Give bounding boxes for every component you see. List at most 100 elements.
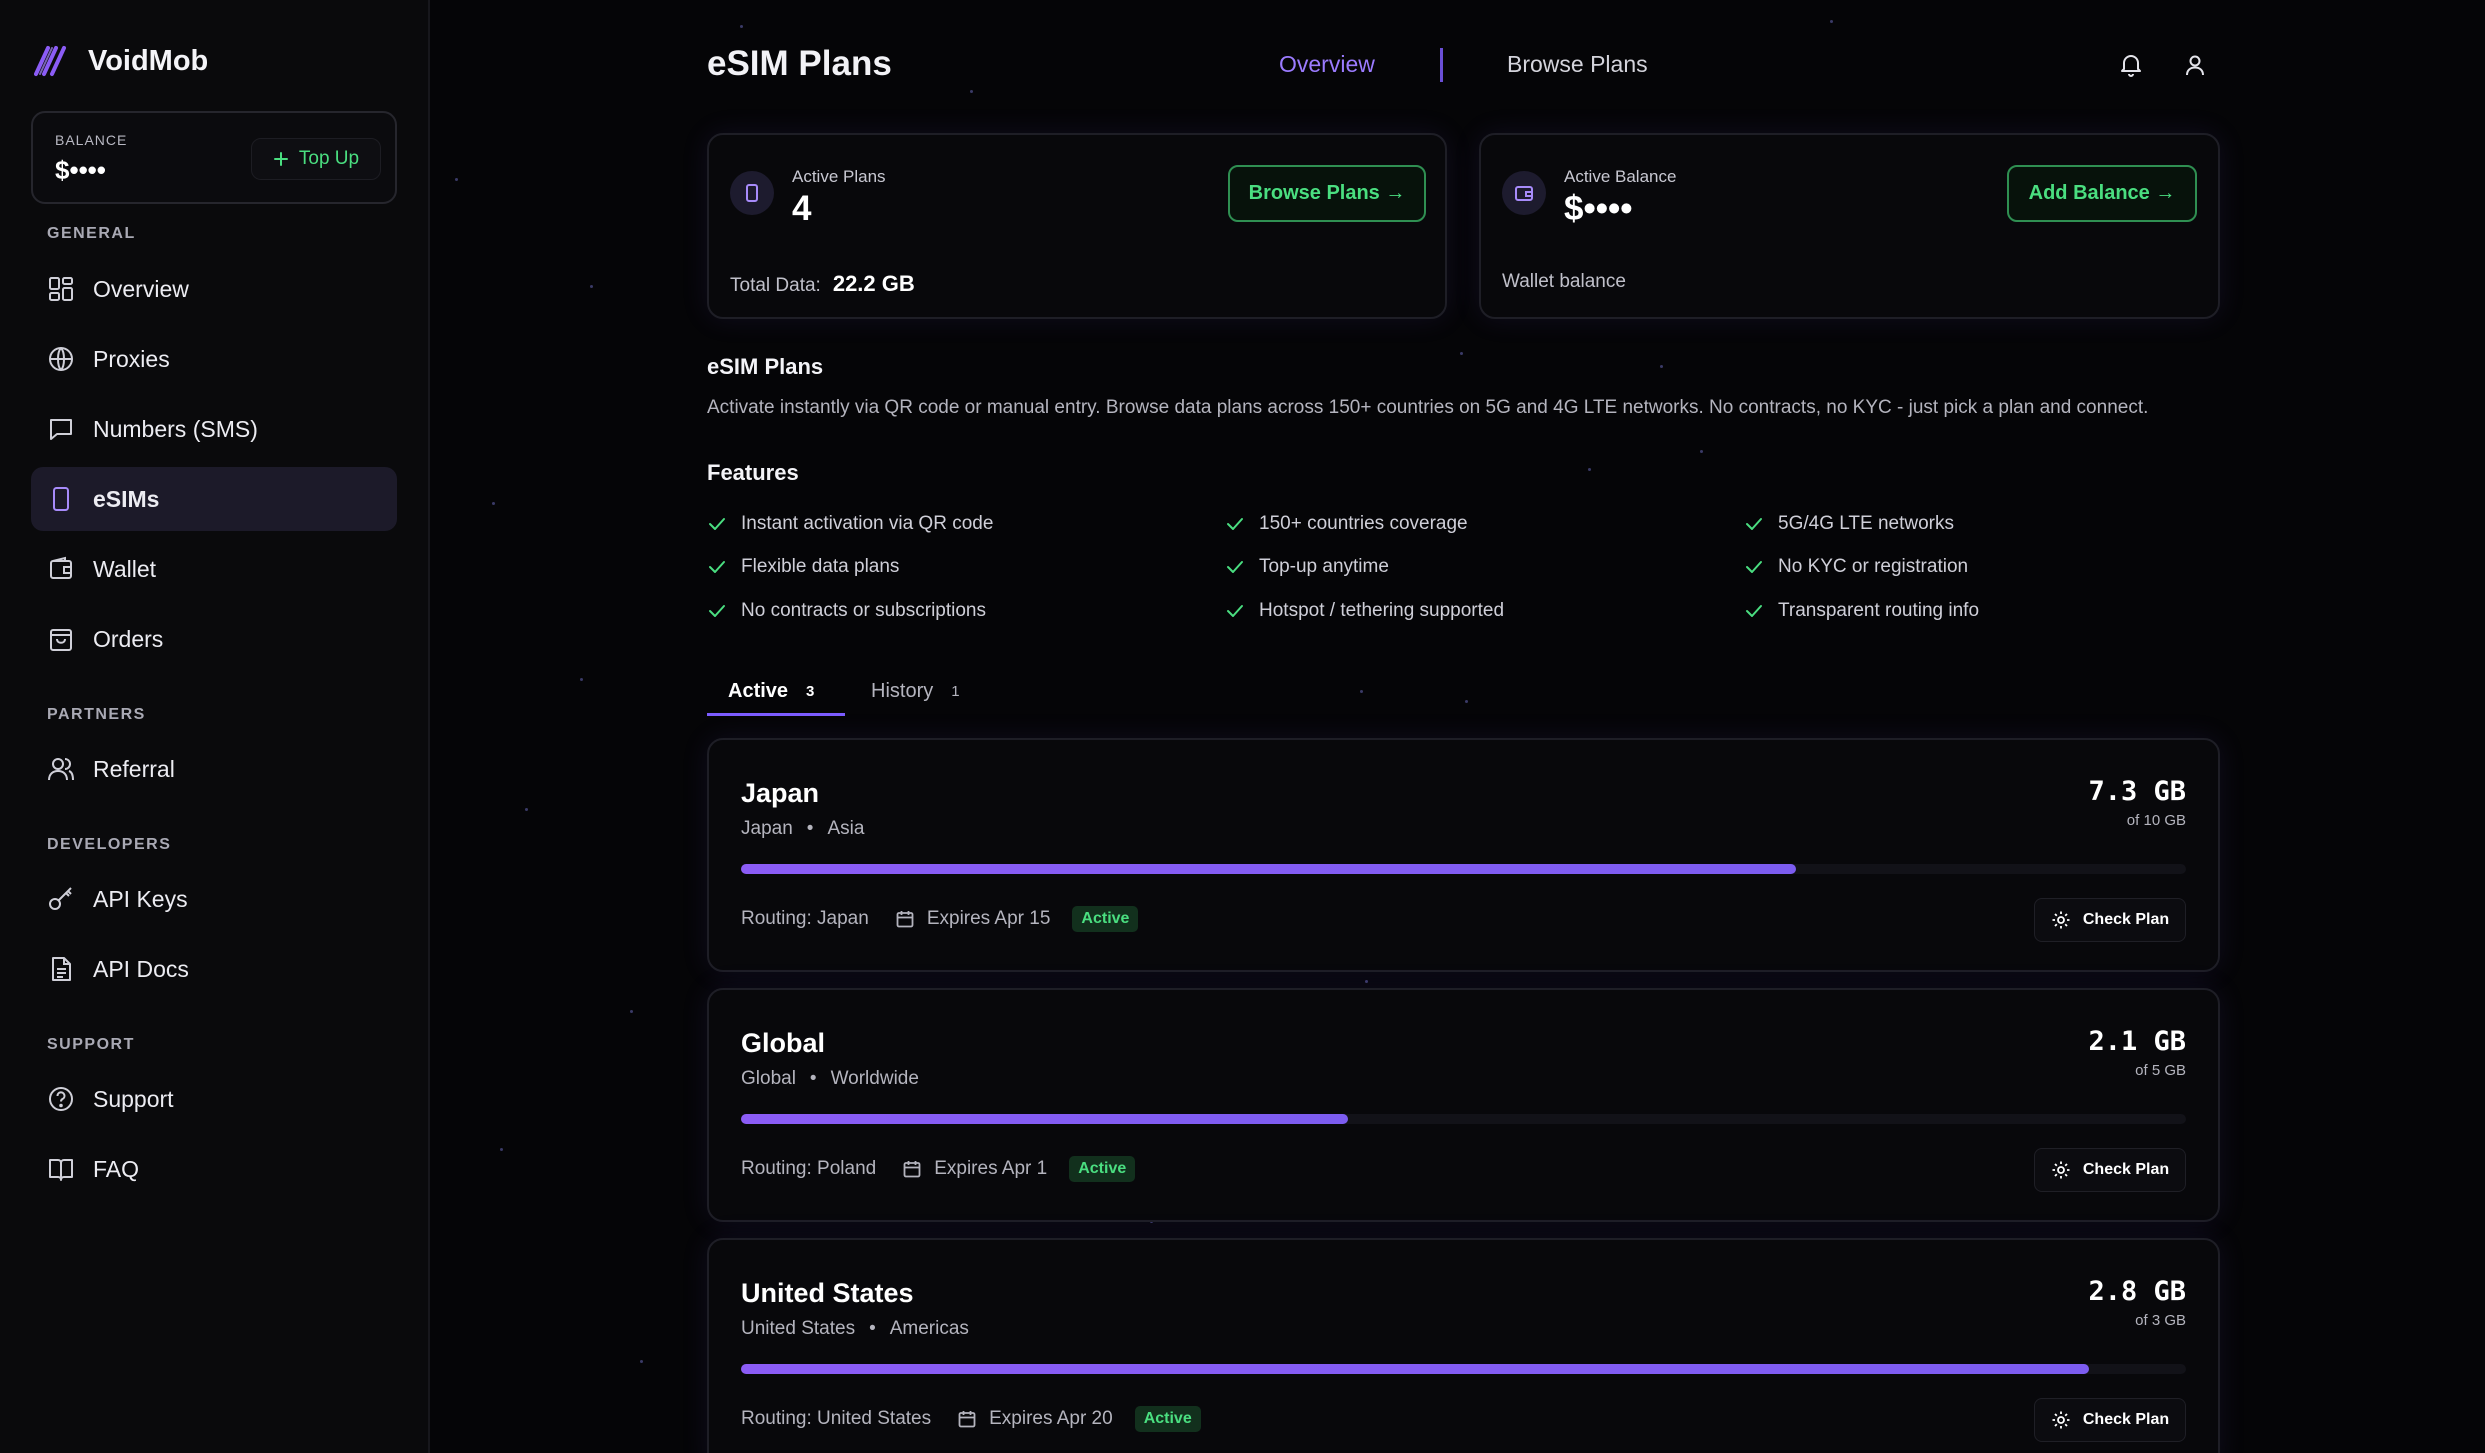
feature-label: Hotspot / tethering supported <box>1259 600 1505 621</box>
user-icon[interactable] <box>2182 52 2208 78</box>
plan-region: Asia <box>827 818 865 839</box>
active-plans-label: Active Plans <box>792 167 886 186</box>
sidebar-item-referral[interactable]: Referral <box>31 737 397 801</box>
wallet-icon <box>47 555 75 583</box>
sidebar-item-label: FAQ <box>93 1155 140 1182</box>
check-plan-label: Check Plan <box>2082 1161 2170 1178</box>
tab-active-plans[interactable]: Active 3 <box>728 680 814 703</box>
plan-location: United States • Americas <box>741 1318 969 1340</box>
bullet-separator: • <box>806 818 814 839</box>
balance-box: BALANCE $•••• Top Up <box>31 111 397 204</box>
plan-routing: Routing: Poland <box>741 1158 877 1179</box>
help-icon <box>47 1085 75 1113</box>
sidebar-item-label: API Keys <box>93 885 188 912</box>
sidebar-item-esims[interactable]: eSIMs <box>31 467 397 531</box>
sidebar-item-overview[interactable]: Overview <box>31 257 397 321</box>
plan-total: of 10 GB <box>2126 812 2186 829</box>
check-icon <box>709 605 725 617</box>
tab-count: 1 <box>951 683 960 700</box>
total-data-value: 22.2 GB <box>832 271 915 296</box>
check-icon <box>1746 605 1762 617</box>
tab-browse-plans[interactable]: Browse Plans <box>1507 51 1648 78</box>
sidebar-item-wallet[interactable]: Wallet <box>31 537 397 601</box>
brand-logo[interactable]: VoidMob <box>34 44 208 78</box>
plan-name: Global <box>741 1028 826 1058</box>
sidebar-item-api-docs[interactable]: API Docs <box>31 937 397 1001</box>
voidmob-logo-icon <box>34 46 66 76</box>
plan-total: of 5 GB <box>2135 1062 2186 1079</box>
main-content: eSIM Plans Overview Browse Plans Active … <box>430 0 2485 1453</box>
calendar-icon <box>903 1161 921 1178</box>
check-icon <box>1746 561 1762 573</box>
check-plan-label: Check Plan <box>2082 911 2170 928</box>
sim-icon <box>47 485 75 513</box>
feature-item: Instant activation via QR code <box>707 513 993 535</box>
calendar-icon <box>896 911 914 928</box>
sidebar-item-support[interactable]: Support <box>31 1067 397 1131</box>
tab-history[interactable]: History 1 <box>871 680 960 703</box>
check-icon <box>1746 518 1762 530</box>
active-plans-value: 4 <box>792 189 812 228</box>
brand-name: VoidMob <box>88 44 209 77</box>
plan-used: 7.3 GB <box>2088 776 2186 807</box>
nav-heading-support: SUPPORT <box>47 1036 135 1053</box>
wallet-balance-label: Wallet balance <box>1502 271 1626 292</box>
sidebar-item-api-keys[interactable]: API Keys <box>31 867 397 931</box>
bullet-separator: • <box>809 1068 817 1089</box>
grid-icon <box>47 275 75 303</box>
gear-icon <box>2052 911 2070 929</box>
tab-label: Active <box>728 680 789 702</box>
calendar-icon <box>958 1411 976 1428</box>
wallet-icon <box>1502 171 1546 215</box>
usage-progress-fill <box>741 1114 1348 1124</box>
message-icon <box>47 415 75 443</box>
plan-used: 2.1 GB <box>2088 1026 2186 1057</box>
plan-location: Japan • Asia <box>741 818 864 840</box>
sidebar-item-label: Numbers (SMS) <box>93 415 258 442</box>
sidebar-item-label: Wallet <box>93 555 157 582</box>
sidebar-item-label: Orders <box>93 625 164 652</box>
check-icon <box>709 561 725 573</box>
total-data: Total Data: 22.2 GB <box>730 271 915 297</box>
total-data-label: Total Data: <box>730 275 821 296</box>
add-balance-button[interactable]: Add Balance → <box>2007 165 2197 222</box>
check-plan-button[interactable]: Check Plan <box>2034 898 2186 942</box>
sidebar-item-orders[interactable]: Orders <box>31 607 397 671</box>
nav-heading-developers: DEVELOPERS <box>47 836 172 853</box>
plus-icon <box>273 152 288 166</box>
key-icon <box>47 885 75 913</box>
sidebar-item-label: eSIMs <box>93 485 160 512</box>
feature-label: 150+ countries coverage <box>1259 513 1468 534</box>
feature-item: 5G/4G LTE networks <box>1744 513 1954 535</box>
plan-meta: Routing: Poland Expires Apr 1 Active <box>741 1156 1136 1182</box>
plan-meta: Routing: United States Expires Apr 20 Ac… <box>741 1406 1201 1432</box>
tab-separator <box>1440 48 1443 82</box>
sidebar-item-label: Overview <box>93 275 189 302</box>
check-plan-button[interactable]: Check Plan <box>2034 1398 2186 1442</box>
sidebar-item-proxies[interactable]: Proxies <box>31 327 397 391</box>
status-badge: Active <box>1072 906 1139 932</box>
browse-plans-button[interactable]: Browse Plans → <box>1228 165 1426 222</box>
usage-progress-fill <box>741 1364 2090 1374</box>
top-up-button[interactable]: Top Up <box>251 138 381 180</box>
sidebar-item-faq[interactable]: FAQ <box>31 1137 397 1201</box>
bag-icon <box>47 625 75 653</box>
bell-icon[interactable] <box>2118 52 2144 78</box>
feature-item: Hotspot / tethering supported <box>1225 600 1504 622</box>
usage-progress-fill <box>741 864 1796 874</box>
sidebar-item-numbers[interactable]: Numbers (SMS) <box>31 397 397 461</box>
check-plan-button[interactable]: Check Plan <box>2034 1148 2186 1192</box>
gear-icon <box>2052 1161 2070 1179</box>
tab-overview[interactable]: Overview <box>1279 51 1375 78</box>
feature-label: No KYC or registration <box>1778 556 1969 577</box>
plan-country: United States <box>741 1318 856 1339</box>
plan-meta: Routing: Japan Expires Apr 15 Active <box>741 906 1139 932</box>
intro-description: Activate instantly via QR code or manual… <box>707 397 2149 418</box>
tab-label: History <box>871 680 934 702</box>
document-icon <box>47 955 75 983</box>
plan-card-global: Global Global • Worldwide 2.1 GB of 5 GB R… <box>707 988 2220 1222</box>
plan-name: Japan <box>741 778 820 808</box>
page-title: eSIM Plans <box>707 44 892 83</box>
sidebar-item-label: API Docs <box>93 955 189 982</box>
intro-title: eSIM Plans <box>707 354 824 379</box>
